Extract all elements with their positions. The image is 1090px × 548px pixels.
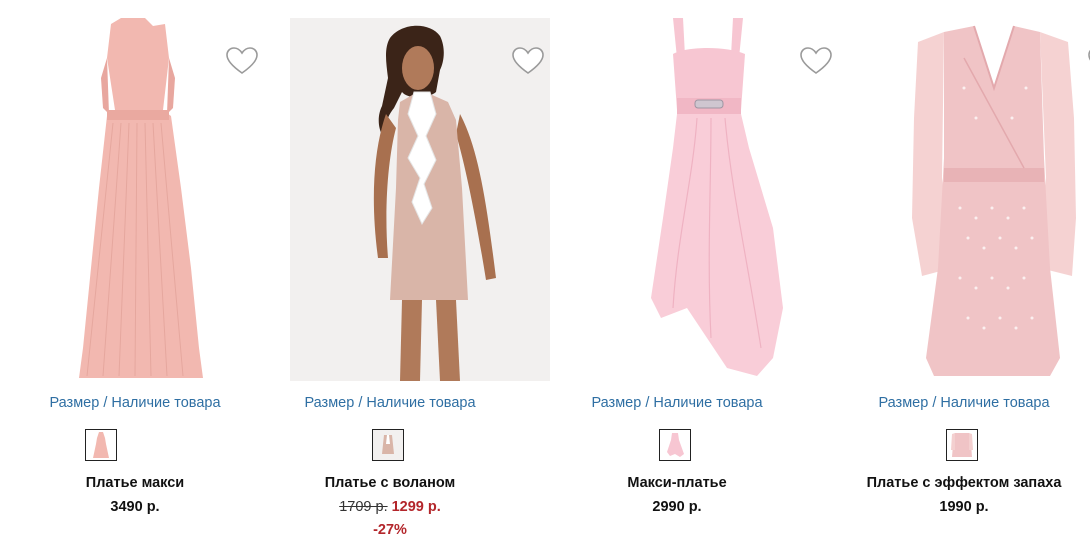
product-image[interactable] bbox=[290, 18, 550, 381]
product-card: Размер / Наличие товара Платье макси 349… bbox=[0, 0, 258, 548]
swatch-thumbnail bbox=[667, 433, 684, 457]
product-card: Размер / Наличие товара Макси-платье 299… bbox=[542, 0, 832, 548]
product-card: Размер / Наличие товара Платье с воланом… bbox=[255, 0, 550, 548]
product-image[interactable] bbox=[3, 18, 263, 381]
size-availability-link[interactable]: Размер / Наличие товара bbox=[0, 395, 270, 411]
maxi-dress-image[interactable] bbox=[3, 18, 263, 381]
product-card: Размер / Наличие товара Платье с эффекто… bbox=[829, 0, 1090, 548]
swatch-thumbnail bbox=[93, 432, 109, 458]
favorite-button[interactable] bbox=[511, 46, 545, 76]
size-availability-link[interactable]: Размер / Наличие товара bbox=[255, 395, 525, 411]
product-image[interactable] bbox=[864, 18, 1090, 381]
sale-price: 1299 р. bbox=[391, 499, 441, 515]
wrap-dress-image[interactable] bbox=[864, 18, 1090, 381]
product-price: 1709 р. 1299 р. bbox=[255, 499, 525, 515]
color-swatch[interactable] bbox=[946, 429, 978, 461]
swatch-thumbnail bbox=[951, 433, 973, 457]
product-grid: Размер / Наличие товара Платье макси 349… bbox=[0, 0, 1090, 548]
product-title[interactable]: Платье макси bbox=[0, 475, 270, 491]
product-image[interactable] bbox=[577, 18, 837, 381]
favorite-button[interactable] bbox=[799, 46, 833, 76]
color-swatch[interactable] bbox=[372, 429, 404, 461]
old-price: 1709 р. bbox=[339, 499, 388, 515]
product-price: 2990 р. bbox=[652, 499, 702, 515]
product-title[interactable]: Платье с эффектом запаха bbox=[829, 475, 1090, 491]
heart-outline-icon bbox=[800, 47, 832, 74]
discount-badge: -27% bbox=[373, 522, 407, 538]
color-swatch[interactable] bbox=[659, 429, 691, 461]
product-price: 1990 р. bbox=[939, 499, 989, 515]
product-title[interactable]: Макси-платье bbox=[542, 475, 812, 491]
swatch-thumbnail bbox=[373, 430, 403, 460]
product-title[interactable]: Платье с воланом bbox=[255, 475, 525, 491]
size-availability-link[interactable]: Размер / Наличие товара bbox=[542, 395, 812, 411]
color-swatch[interactable] bbox=[85, 429, 117, 461]
size-availability-link[interactable]: Размер / Наличие товара bbox=[829, 395, 1090, 411]
heart-outline-icon bbox=[226, 47, 258, 74]
heart-outline-icon bbox=[512, 47, 544, 74]
pink-maxi-dress-image[interactable] bbox=[577, 18, 837, 381]
favorite-button[interactable] bbox=[225, 46, 259, 76]
product-price: 3490 р. bbox=[110, 499, 160, 515]
